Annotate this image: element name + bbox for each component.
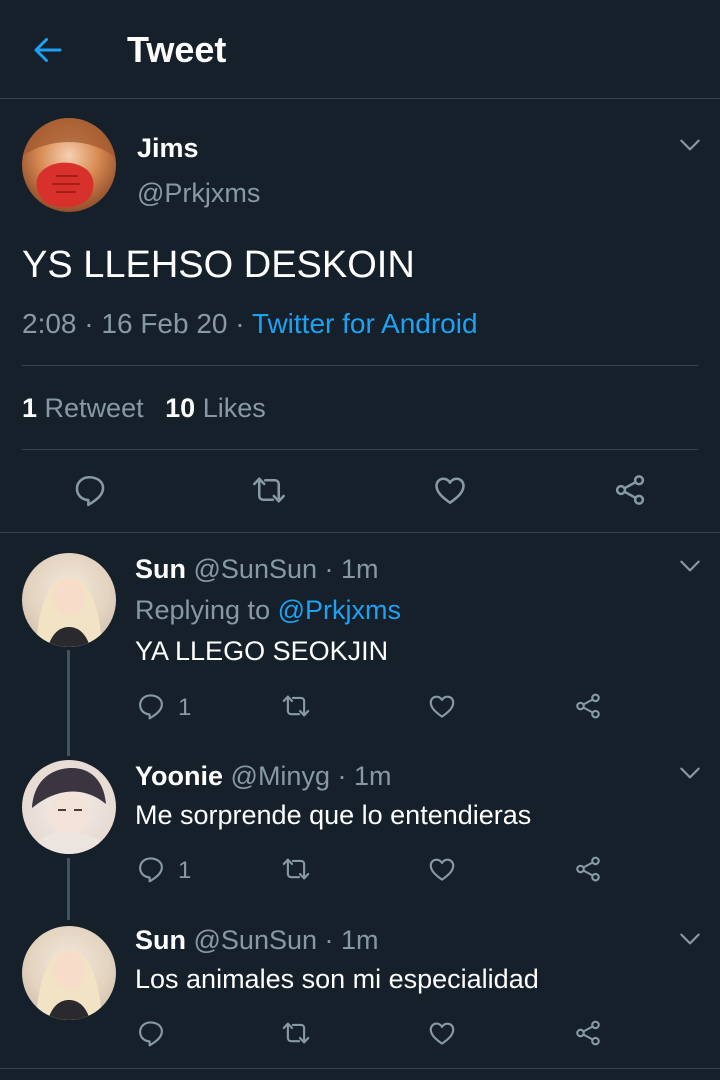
tweet-stats: 1 Retweet 10 Likes [22, 390, 266, 426]
reply-author-handle[interactable]: @Minyg [231, 761, 330, 791]
reply-text: Me sorprende que lo entendieras [135, 800, 532, 830]
retweet-icon [281, 691, 311, 721]
reply-header: Sun @SunSun · 1m [135, 923, 379, 957]
reply-options-button[interactable] [677, 553, 703, 579]
retweet-count: 1 [22, 393, 38, 423]
heart-icon [427, 691, 457, 721]
retweet-button[interactable] [251, 472, 287, 508]
heart-icon [427, 1018, 457, 1048]
tweet-options-button[interactable] [677, 132, 703, 158]
retweets-stat[interactable]: 1 Retweet [22, 393, 151, 423]
reply-text: Los animales son mi especialidad [135, 964, 539, 994]
bottom-divider [0, 1068, 720, 1069]
tweet-source-link[interactable]: Twitter for Android [252, 308, 478, 339]
reply-icon [72, 472, 108, 508]
share-icon [573, 854, 603, 884]
meta-separator: · [235, 308, 245, 339]
reply-author-handle[interactable]: @SunSun [194, 925, 318, 955]
reply-author-handle[interactable]: @SunSun [194, 554, 318, 584]
reply-author-name[interactable]: Sun [135, 554, 186, 584]
like-button[interactable] [427, 1018, 457, 1048]
reply-tweet[interactable]: Yoonie @Minyg · 1m Me sorprende que lo e… [0, 740, 720, 906]
chevron-down-icon [677, 553, 703, 579]
reply-button[interactable] [72, 472, 108, 508]
share-icon [612, 472, 648, 508]
reply-icon [136, 691, 166, 721]
reply-options-button[interactable] [677, 926, 703, 952]
retweet-label: Retweet [44, 393, 144, 423]
share-button[interactable] [573, 1018, 603, 1048]
meta-divider [22, 365, 698, 366]
reply-icon [136, 854, 166, 884]
reply-tweet[interactable]: Sun @SunSun · 1m Replying to @Prkjxms YA… [0, 533, 720, 740]
like-button[interactable] [432, 472, 468, 508]
avatar[interactable] [22, 553, 116, 647]
retweet-icon [281, 1018, 311, 1048]
retweet-button[interactable] [281, 691, 311, 721]
tweet-meta: 2:08 · 16 Feb 20 · Twitter for Android [22, 306, 478, 342]
tweet-time: 2:08 [22, 308, 77, 339]
like-button[interactable] [427, 691, 457, 721]
stats-divider [22, 449, 698, 450]
chevron-down-icon [677, 926, 703, 952]
back-arrow-icon [34, 38, 62, 62]
retweet-icon [281, 854, 311, 884]
like-button[interactable] [427, 854, 457, 884]
avatar[interactable] [22, 118, 116, 212]
reply-icon [136, 1018, 166, 1048]
share-button[interactable] [573, 854, 603, 884]
tweet-text: YS LLEHSO DESKOIN [22, 244, 415, 286]
retweet-icon [251, 472, 287, 508]
author-name[interactable]: Jims [137, 132, 199, 164]
reply-tweet[interactable]: Sun @SunSun · 1m Los animales son mi esp… [0, 906, 720, 1068]
reply-count: 1 [178, 694, 192, 721]
reply-button[interactable] [136, 854, 166, 884]
reply-time: · 1m [337, 761, 392, 791]
tweet-date: 16 Feb 20 [101, 308, 228, 339]
avatar[interactable] [22, 760, 116, 854]
replying-to-label: Replying to [135, 595, 271, 625]
heart-icon [432, 472, 468, 508]
meta-separator: · [84, 308, 94, 339]
reply-header: Sun @SunSun · 1m [135, 552, 379, 586]
share-icon [573, 691, 603, 721]
likes-stat[interactable]: 10 Likes [165, 393, 266, 423]
share-button[interactable] [612, 472, 648, 508]
chevron-down-icon [677, 760, 703, 786]
reply-header: Yoonie @Minyg · 1m [135, 759, 391, 793]
like-count: 10 [165, 393, 196, 423]
share-icon [573, 1018, 603, 1048]
reply-text: YA LLEGO SEOKJIN [135, 636, 389, 666]
avatar[interactable] [22, 926, 116, 1020]
back-button[interactable] [30, 32, 66, 68]
author-handle[interactable]: @Prkjxms [137, 176, 260, 210]
reply-time: · 1m [324, 554, 379, 584]
page-title: Tweet [127, 29, 227, 70]
reply-author-name[interactable]: Sun [135, 925, 186, 955]
reply-time: · 1m [324, 925, 379, 955]
share-button[interactable] [573, 691, 603, 721]
reply-button[interactable] [136, 691, 166, 721]
retweet-button[interactable] [281, 854, 311, 884]
reply-button[interactable] [136, 1018, 166, 1048]
chevron-down-icon [677, 132, 703, 158]
reply-author-name[interactable]: Yoonie [135, 761, 223, 791]
like-label: Likes [202, 393, 266, 423]
heart-icon [427, 854, 457, 884]
header-divider [0, 98, 720, 99]
reply-options-button[interactable] [677, 760, 703, 786]
retweet-button[interactable] [281, 1018, 311, 1048]
replying-to: Replying to @Prkjxms [135, 593, 401, 627]
replying-to-handle[interactable]: @Prkjxms [278, 595, 401, 625]
reply-count: 1 [178, 857, 192, 884]
